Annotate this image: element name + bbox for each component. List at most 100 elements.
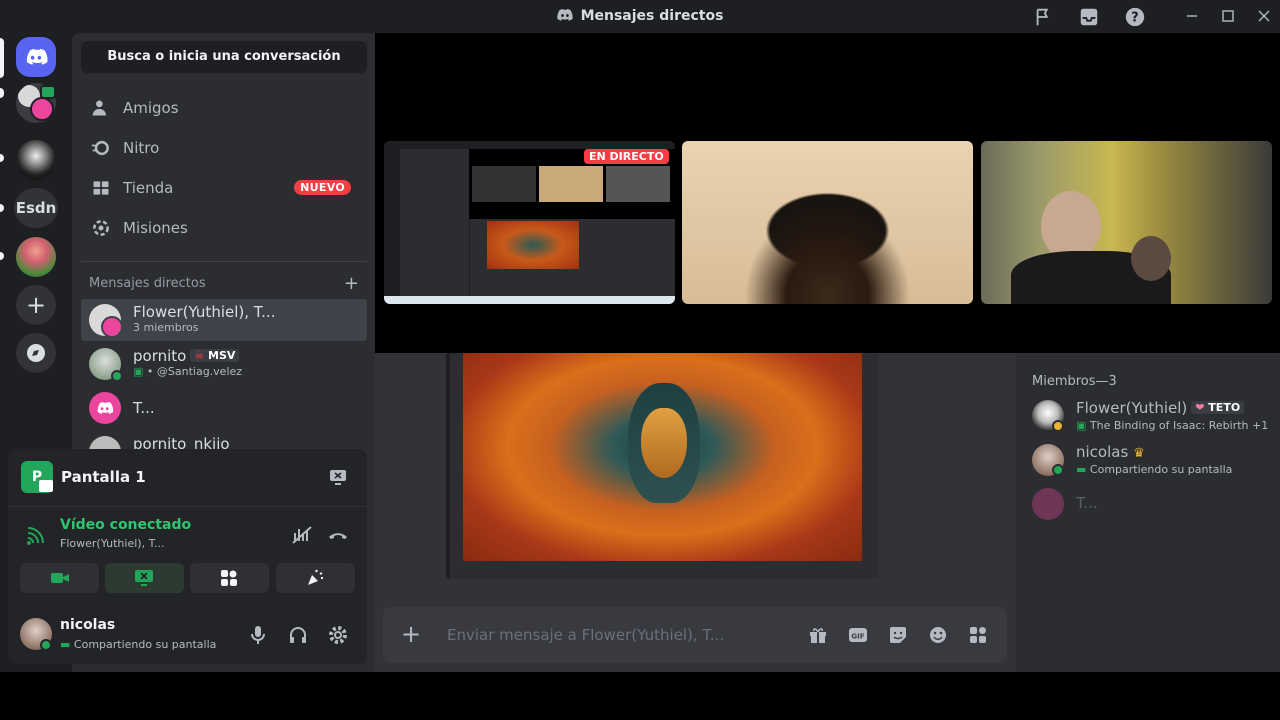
avatar [89,392,121,424]
emoji-icon[interactable] [928,625,948,645]
compass-icon [27,344,45,362]
dm-sub: 3 miembros [133,321,199,334]
stop-stream-icon[interactable] [329,468,347,486]
camera-button[interactable] [20,563,99,593]
camera-badge-icon [39,480,53,492]
create-dm-plus-icon[interactable]: + [344,273,359,294]
dm-item-group[interactable]: Flower(Yuthiel), T... 3 miembros [81,299,367,341]
online-status-dot [1052,464,1064,476]
maximize-icon[interactable] [1220,8,1236,24]
divider [81,261,367,262]
help-icon[interactable]: ? [1124,6,1146,28]
clan-tag-text: MSV [208,349,236,362]
user-status-wrap: ▬ Compartiendo su pantalla [60,638,216,651]
headphones-icon[interactable] [288,625,308,645]
live-badge: EN DIRECTO [584,149,669,164]
flag-icon[interactable] [1033,6,1055,28]
quests-icon [93,220,109,236]
add-server-button[interactable]: + [16,285,56,325]
activities-button[interactable] [190,563,269,593]
unread-pill [0,204,4,212]
video-stage: EN DIRECTO [375,33,1280,353]
game-icon: ▣ [133,365,144,378]
member-flower[interactable]: Flower(Yuthiel) ❤ TETO ▣ The Binding of I… [1032,399,1272,440]
heart-icon: ❤ [1195,401,1209,414]
divider [8,506,367,507]
nav-item-misiones[interactable]: Misiones [81,210,367,246]
unread-pill [0,154,4,162]
apps-icon[interactable] [968,625,988,645]
nav-label: Tienda [123,179,174,197]
clan-tag-text: TETO [1208,401,1241,414]
message-composer[interactable]: + Enviar mensaje a Flower(Yuthiel), T...… [383,607,1007,663]
explore-button[interactable] [16,333,56,373]
avatar [1032,488,1064,520]
nav-item-nitro[interactable]: Nitro [81,130,367,166]
member-name: T... [1076,494,1098,512]
stream-title: Pantalla 1 [61,468,146,486]
dm-name: pornito_nkjio [133,435,230,449]
server-icon-bw[interactable] [16,140,56,180]
dm-header-label: Mensajes directos [89,276,206,291]
active-pill [0,38,4,78]
sticker-icon[interactable] [888,625,908,645]
title-bar: Mensajes directos ? [0,0,1280,33]
stream-thumb-tile [606,166,670,202]
video-tile-camera-1[interactable] [682,141,973,304]
home-button[interactable] [16,37,56,77]
bottom-strip [0,672,1280,720]
dm-name-wrap: pornito ☠ MSV [133,347,240,365]
group-avatar-icon [101,316,123,338]
search-button[interactable]: Busca o inicia una conversación [81,41,367,73]
attach-plus-icon[interactable]: + [401,620,421,648]
painting-image[interactable] [463,353,862,561]
server-icon-photo[interactable] [16,237,56,277]
nav-item-amigos[interactable]: Amigos [81,90,367,126]
noise-suppression-icon[interactable] [291,525,313,545]
video-tile-screen-share[interactable]: EN DIRECTO [384,141,675,304]
clan-tag: ❤ TETO [1191,401,1245,414]
member-sub-wrap: ▬ Compartiendo su pantalla [1076,463,1232,476]
nitro-icon [91,140,109,156]
gif-icon[interactable]: GIF [848,625,868,645]
online-status-dot [40,639,52,651]
member-name: nicolas [1076,443,1129,461]
dm-sub-wrap: ▣ • @Santiag.velez [133,365,243,378]
dm-item-pornito[interactable]: pornito ☠ MSV ▣ • @Santiag.velez [81,343,367,385]
stream-thumb-rail [384,149,400,296]
friends-icon [92,100,106,116]
screen-share-icon [135,570,153,586]
gift-icon[interactable] [808,625,828,645]
soundboard-button[interactable] [276,563,355,593]
new-badge: NUEVO [294,180,351,195]
close-icon[interactable] [1256,8,1272,24]
screen-share-button[interactable] [105,563,184,593]
nav-item-tienda[interactable]: Tienda NUEVO [81,170,367,206]
stream-thumb-tile [472,166,536,202]
camera-icon [51,573,69,583]
server-esdn[interactable]: Esdn [14,188,58,228]
disconnect-icon[interactable] [327,525,349,545]
person-figure [1131,236,1171,281]
member-name-wrap: Flower(Yuthiel) ❤ TETO [1076,399,1245,417]
composer-placeholder[interactable]: Enviar mensaje a Flower(Yuthiel), T... [447,626,724,644]
video-tile-camera-2[interactable] [981,141,1272,304]
dm-name: Flower(Yuthiel), T... [133,303,276,321]
stream-thumb-taskbar [384,296,675,304]
member-nicolas[interactable]: nicolas ♛ ▬ Compartiendo su pantalla [1032,443,1272,484]
voice-status[interactable]: Vídeo conectado [60,517,191,533]
dm-item-pornito-nkjio[interactable]: pornito_nkjio [81,431,367,449]
stream-thumb-titlebar [384,141,675,149]
voice-channel[interactable]: Flower(Yuthiel), T... [60,537,164,550]
minimize-icon[interactable] [1184,8,1200,24]
inbox-icon[interactable] [1078,6,1100,28]
nav-label: Misiones [123,219,188,237]
dm-name: T... [133,399,155,417]
svg-text:GIF: GIF [851,633,864,641]
settings-gear-icon[interactable] [328,625,348,645]
microphone-icon[interactable] [249,625,267,645]
member-t[interactable]: T... [1032,488,1272,528]
signal-icon[interactable] [25,526,45,546]
unread-pill [0,88,4,98]
dm-item-t[interactable]: T... [81,387,367,429]
